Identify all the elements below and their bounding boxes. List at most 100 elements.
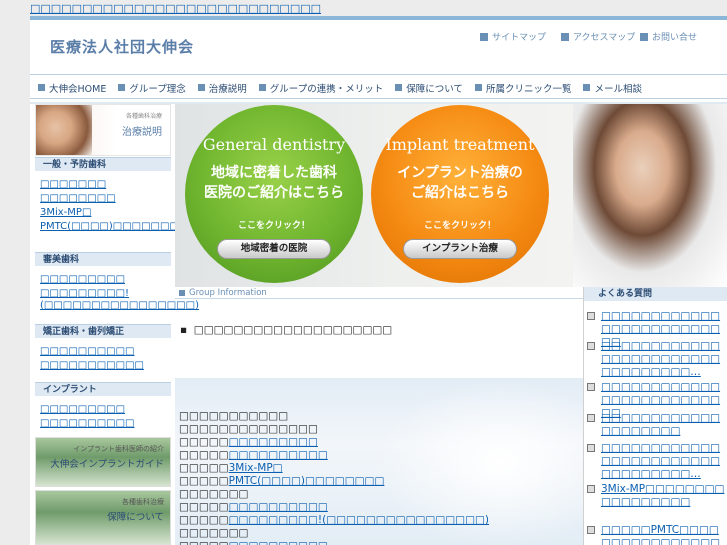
heading-icon bbox=[179, 290, 185, 296]
nav-label: 治療説明 bbox=[208, 83, 247, 95]
circle-english-title: General dentistry bbox=[202, 135, 346, 154]
nav-label: 保障について bbox=[406, 83, 463, 95]
sidebar-link[interactable]: □□□□□□□□□!(□□□□□□□□□□□□□□□□) bbox=[40, 288, 199, 312]
content-label: □□□□□□□ bbox=[179, 527, 249, 539]
content-link[interactable]: □□□□□□□□□ bbox=[229, 436, 318, 448]
nav-label: 所属クリニック一覧 bbox=[485, 83, 572, 95]
group-info-label: Group Information bbox=[189, 288, 267, 298]
content-line: □□□□□□□□□□□□□□ bbox=[179, 423, 318, 436]
nav-mail[interactable]: メール相談 bbox=[583, 81, 642, 95]
notice-text: □□□□□□□□□□□□□□□□□□□□ bbox=[193, 324, 393, 336]
nav-philosophy[interactable]: グループ理念 bbox=[118, 81, 186, 95]
top-link[interactable]: □□□□□□□□□□□□□□□□□□□□□□□□□□□□ bbox=[30, 2, 321, 15]
sidebar: 各種歯科治療 治療説明 一般・予防歯科 □□□□□□□ □□□□□□□□ 3Mi… bbox=[30, 104, 199, 545]
faq-link[interactable]: 3Mix-MP□□□□□□□□□□□□□□□□□ bbox=[601, 483, 727, 509]
click-here-label: ここをクリック！ bbox=[423, 221, 496, 231]
access-map-label: アクセスマップ bbox=[573, 33, 636, 43]
content-line: □□□□□□□ bbox=[179, 527, 248, 540]
page-icon bbox=[587, 485, 595, 493]
nav-label: 大伸会HOME bbox=[49, 83, 107, 95]
sitemap-link[interactable]: サイトマップ bbox=[480, 30, 546, 43]
page-icon bbox=[587, 444, 595, 452]
sidebar-link[interactable]: □□□□□□□□□□ bbox=[40, 418, 170, 430]
notice-line: ▪ □□□□□□□□□□□□□□□□□□□□ bbox=[180, 324, 393, 336]
content-line: □□□□□□□□□□□□□□□ bbox=[179, 449, 328, 462]
guarantee-banner[interactable]: 各種歯科治療 保障について bbox=[35, 490, 171, 545]
nav-guarantee[interactable]: 保障について bbox=[395, 81, 463, 95]
circle-english-title: Implant treatment bbox=[385, 135, 535, 154]
content-line: □□□□□PMTC(□□□□)□□□□□□□□ bbox=[179, 475, 384, 488]
circle-line-2: 医院のご紹介はこちら bbox=[204, 185, 344, 201]
arrow-icon bbox=[640, 32, 648, 41]
banner-title: 保障について bbox=[107, 512, 164, 523]
banner-title: 治療説明 bbox=[122, 127, 162, 138]
sidebar-link[interactable]: □□□□□□□□ bbox=[40, 193, 170, 205]
circle-japanese-text: インプラント治療の ご紹介はこちら bbox=[371, 163, 549, 203]
smiling-woman-image bbox=[36, 105, 92, 155]
arrow-icon bbox=[480, 32, 488, 41]
bullet-icon bbox=[583, 84, 591, 91]
content-link[interactable]: PMTC(□□□□)□□□□□□□□ bbox=[229, 475, 385, 487]
faq-link[interactable]: □□□□□PMTC□□□□□□□□□□□□□□□□□ bbox=[601, 524, 727, 545]
banner-small-text: 各種歯科治療 bbox=[122, 498, 164, 506]
nav-cooperation[interactable]: グループの連携・メリット bbox=[258, 81, 384, 95]
implant-guide-banner[interactable]: インプラント歯科医師の紹介 大伸会インプラントガイド bbox=[35, 437, 171, 487]
implant-treatment-circle[interactable]: Implant treatment インプラント治療の ご紹介はこちら ここをクリ… bbox=[371, 105, 549, 283]
content-link[interactable]: □□□□□□□□□□ bbox=[229, 501, 328, 513]
sidebar-link[interactable]: □□□□□□□□□□ bbox=[40, 346, 170, 358]
content-line: □□□□□□□□□□□ bbox=[179, 410, 288, 423]
page-icon bbox=[587, 312, 595, 320]
circle-line-1: インプラント治療の bbox=[397, 165, 523, 181]
site-logo[interactable]: 医療法人社団大伸会 bbox=[50, 36, 194, 57]
hero-banner: General dentistry 地域に密着した歯科 医院のご紹介はこちら ここ… bbox=[175, 104, 727, 287]
section-implant: インプラント bbox=[35, 382, 171, 396]
sidebar-link[interactable]: PMTC(□□□□)□□□□□□□□ bbox=[40, 221, 188, 233]
sidebar-link[interactable]: □□□□□□□□□ bbox=[40, 404, 170, 416]
content-label: □□□□□□□□□□□ bbox=[179, 410, 289, 422]
general-dentistry-circle[interactable]: General dentistry 地域に密着した歯科 医院のご紹介はこちら ここ… bbox=[185, 105, 363, 283]
content-link[interactable]: □□□□□□□□□!(□□□□□□□□□□□□□□□□) bbox=[229, 514, 489, 526]
click-here-label: ここをクリック！ bbox=[237, 221, 310, 231]
contact-link[interactable]: お問い合せ bbox=[640, 30, 697, 43]
nav-divider bbox=[30, 74, 727, 75]
nav-label: グループ理念 bbox=[129, 83, 186, 95]
content-link[interactable]: □□□□□□□□□□ bbox=[229, 540, 328, 545]
access-map-link[interactable]: アクセスマップ bbox=[561, 30, 635, 43]
local-clinic-button[interactable]: 地域密着の医院 bbox=[217, 239, 331, 259]
content-link[interactable]: □□□□□□□□□□ bbox=[229, 449, 328, 461]
contact-label: お問い合せ bbox=[652, 33, 698, 43]
nav-home[interactable]: 大伸会HOME bbox=[38, 81, 106, 95]
circle-line-2: ご紹介はこちら bbox=[411, 185, 509, 201]
page-icon bbox=[587, 383, 595, 391]
sidebar-link[interactable]: □□□□□□□□□ bbox=[40, 274, 170, 286]
bullet-icon bbox=[258, 84, 266, 91]
faq-link[interactable]: □□□□□□□□□□□□□□□□□□□□ bbox=[601, 412, 727, 438]
circle-japanese-text: 地域に密着した歯科 医院のご紹介はこちら bbox=[185, 163, 363, 203]
faq-link[interactable]: □□□□□□□□□□□□□□□□□□□□□□□□□□□□□□□□□… bbox=[601, 340, 727, 379]
woman-photo bbox=[573, 104, 727, 287]
content-label: □□□□□ bbox=[179, 514, 229, 526]
nav-treatment[interactable]: 治療説明 bbox=[197, 81, 247, 95]
content-label: □□□□□ bbox=[179, 462, 229, 474]
implant-button[interactable]: インプラント治療 bbox=[403, 239, 517, 259]
content-label: □□□□□□□□□□□□□□ bbox=[179, 423, 318, 435]
sidebar-link[interactable]: 3Mix-MP□ bbox=[40, 207, 170, 219]
group-information-heading: Group Information bbox=[175, 287, 583, 299]
content-link[interactable]: 3Mix-MP□ bbox=[229, 462, 283, 474]
sidebar-link[interactable]: □□□□□□□□□□□ bbox=[40, 360, 170, 372]
section-general: 一般・予防歯科 bbox=[35, 157, 171, 171]
sidebar-link[interactable]: □□□□□□□ bbox=[40, 179, 170, 191]
faq-panel: よくある質問 □□□□□□□□□□□□□□□□□□□□□□□□□□ □□□□□□… bbox=[583, 287, 727, 545]
bullet-icon bbox=[395, 84, 403, 91]
treatment-banner[interactable]: 各種歯科治療 治療説明 bbox=[35, 104, 171, 156]
nav-label: グループの連携・メリット bbox=[269, 83, 384, 95]
content-line: □□□□□□□□□□□□□□!(□□□□□□□□□□□□□□□□) bbox=[179, 514, 489, 527]
bullet-icon bbox=[474, 84, 482, 91]
nav-label: メール相談 bbox=[594, 83, 642, 95]
faq-link[interactable]: □□□□□□□□□□□□□□□□□□□□□□□□□□□□□□□□□… bbox=[601, 442, 727, 481]
nav-clinics[interactable]: 所属クリニック一覧 bbox=[474, 81, 572, 95]
page-icon bbox=[587, 342, 595, 350]
content-label: □□□□□ bbox=[179, 449, 229, 461]
content-line: □□□□□□□ bbox=[179, 488, 248, 501]
content-line: □□□□□□□□□□□□□□□ bbox=[179, 540, 328, 545]
